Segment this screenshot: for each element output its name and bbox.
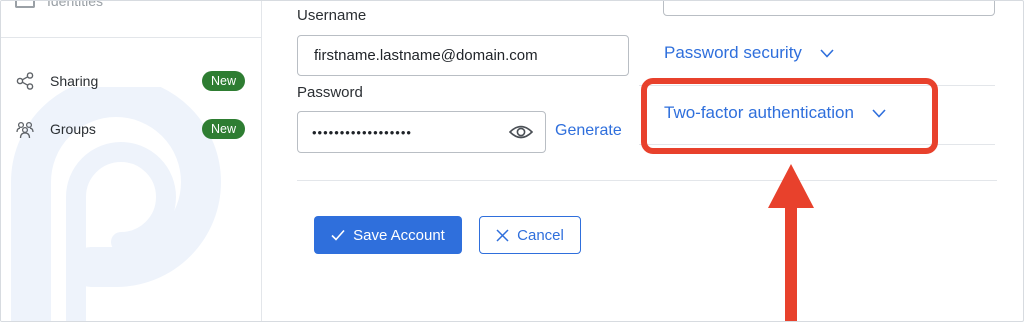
share-icon	[16, 72, 34, 90]
new-badge: New	[201, 118, 245, 140]
sidebar-divider	[1, 37, 261, 38]
username-input[interactable]: firstname.lastname@domain.com	[297, 35, 629, 76]
app-frame: Identities Sharing New Groups New Userna…	[0, 0, 1024, 322]
account-form: Username firstname.lastname@domain.com P…	[263, 1, 1023, 321]
card-icon	[15, 1, 35, 8]
annotation-highlight-box	[641, 78, 938, 154]
check-icon	[331, 229, 345, 241]
sidebar-item-label: Groups	[50, 121, 96, 137]
form-divider	[297, 180, 997, 181]
password-security-label: Password security	[664, 43, 802, 62]
eye-icon[interactable]	[509, 124, 533, 140]
groups-icon	[16, 121, 34, 139]
password-value: ••••••••••••••••••	[312, 124, 412, 140]
sidebar: Identities Sharing New Groups New	[1, 1, 262, 321]
close-icon	[496, 228, 509, 242]
cancel-button[interactable]: Cancel	[479, 216, 581, 254]
save-account-button[interactable]: Save Account	[314, 216, 462, 254]
generate-password-link[interactable]: Generate	[555, 122, 622, 140]
sidebar-item-groups[interactable]: Groups New	[15, 117, 245, 141]
cancel-label: Cancel	[517, 226, 564, 244]
chevron-down-icon	[820, 48, 834, 58]
top-field-box[interactable]	[663, 1, 995, 16]
username-label: Username	[297, 7, 367, 24]
sidebar-item-label: Identities	[47, 1, 104, 9]
annotation-arrow-icon	[768, 164, 814, 321]
password-label: Password	[297, 84, 363, 101]
password-security-toggle[interactable]: Password security	[664, 43, 834, 63]
password-input[interactable]: ••••••••••••••••••	[297, 111, 546, 153]
sidebar-item-identities[interactable]: Identities	[15, 1, 103, 11]
new-badge: New	[201, 70, 245, 92]
sidebar-item-sharing[interactable]: Sharing New	[15, 69, 245, 93]
sidebar-item-label: Sharing	[50, 73, 99, 89]
save-account-label: Save Account	[353, 226, 445, 244]
